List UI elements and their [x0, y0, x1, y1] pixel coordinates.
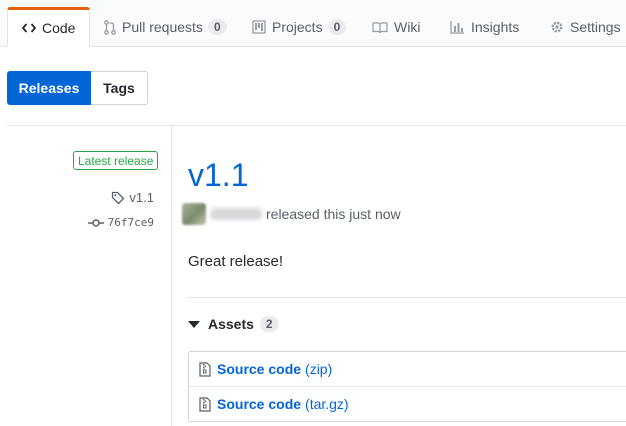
asset-link-zip[interactable]: Source code — [217, 361, 301, 377]
asset-format-zip: (zip) — [305, 361, 333, 377]
wiki-icon — [372, 21, 388, 34]
tags-button[interactable]: Tags — [91, 71, 148, 105]
asset-row-zip[interactable]: Source code (zip) — [189, 352, 626, 386]
release-commit-sha: 76f7ce9 — [107, 216, 154, 229]
tab-pull-requests[interactable]: Pull requests 0 — [104, 8, 227, 46]
release-list-divider — [7, 125, 626, 126]
asset-link-targz[interactable]: Source code — [217, 396, 301, 412]
release-tag-link[interactable]: v1.1 — [111, 190, 154, 205]
releases-button[interactable]: Releases — [7, 71, 91, 105]
projects-counter: 0 — [327, 19, 347, 35]
latest-release-badge: Latest release — [73, 151, 159, 170]
release-meta-divider — [171, 126, 172, 426]
assets-list: Source code (zip) Source code (tar.gz) — [188, 351, 626, 422]
assets-divider — [188, 297, 626, 298]
release-notes: Great release! — [188, 253, 284, 270]
tab-settings[interactable]: Settings — [550, 8, 621, 46]
avatar[interactable] — [182, 203, 206, 225]
tab-code[interactable]: Code — [7, 7, 91, 47]
gear-icon — [550, 20, 564, 34]
releases-tags-switcher: Releases Tags — [7, 71, 148, 105]
assets-counter: 2 — [259, 316, 279, 332]
commit-icon — [87, 218, 104, 228]
asset-format-targz: (tar.gz) — [305, 396, 349, 412]
assets-toggle[interactable]: Assets 2 — [188, 316, 279, 332]
release-title[interactable]: v1.1 — [188, 153, 248, 197]
code-icon — [22, 22, 36, 34]
triangle-down-icon — [188, 320, 200, 328]
project-icon — [252, 20, 266, 34]
tab-projects-label: Projects — [272, 19, 323, 35]
file-zip-icon — [199, 361, 211, 377]
file-zip-icon — [199, 396, 211, 412]
pull-requests-counter: 0 — [207, 19, 227, 35]
release-action-text: released this just now — [266, 206, 401, 222]
tab-settings-label: Settings — [570, 19, 621, 35]
tab-insights[interactable]: Insights — [450, 8, 519, 46]
release-commit-link[interactable]: 76f7ce9 — [87, 216, 154, 229]
tab-pull-requests-label: Pull requests — [122, 19, 203, 35]
graph-icon — [450, 20, 465, 34]
author-name-blurred[interactable] — [210, 208, 262, 220]
repo-nav-tabs: Code Pull requests 0 Projects 0 Wiki Ins… — [0, 0, 626, 47]
tag-icon — [111, 191, 125, 205]
tab-code-label: Code — [42, 20, 76, 36]
tab-projects[interactable]: Projects 0 — [252, 8, 347, 46]
asset-row-targz[interactable]: Source code (tar.gz) — [189, 386, 626, 421]
pull-request-icon — [104, 19, 116, 35]
release-author-line: released this just now — [182, 203, 401, 225]
tab-wiki-label: Wiki — [394, 19, 421, 35]
assets-label: Assets — [208, 316, 254, 332]
tab-insights-label: Insights — [471, 19, 520, 35]
tab-wiki[interactable]: Wiki — [372, 8, 420, 46]
release-tag-label: v1.1 — [129, 190, 154, 205]
